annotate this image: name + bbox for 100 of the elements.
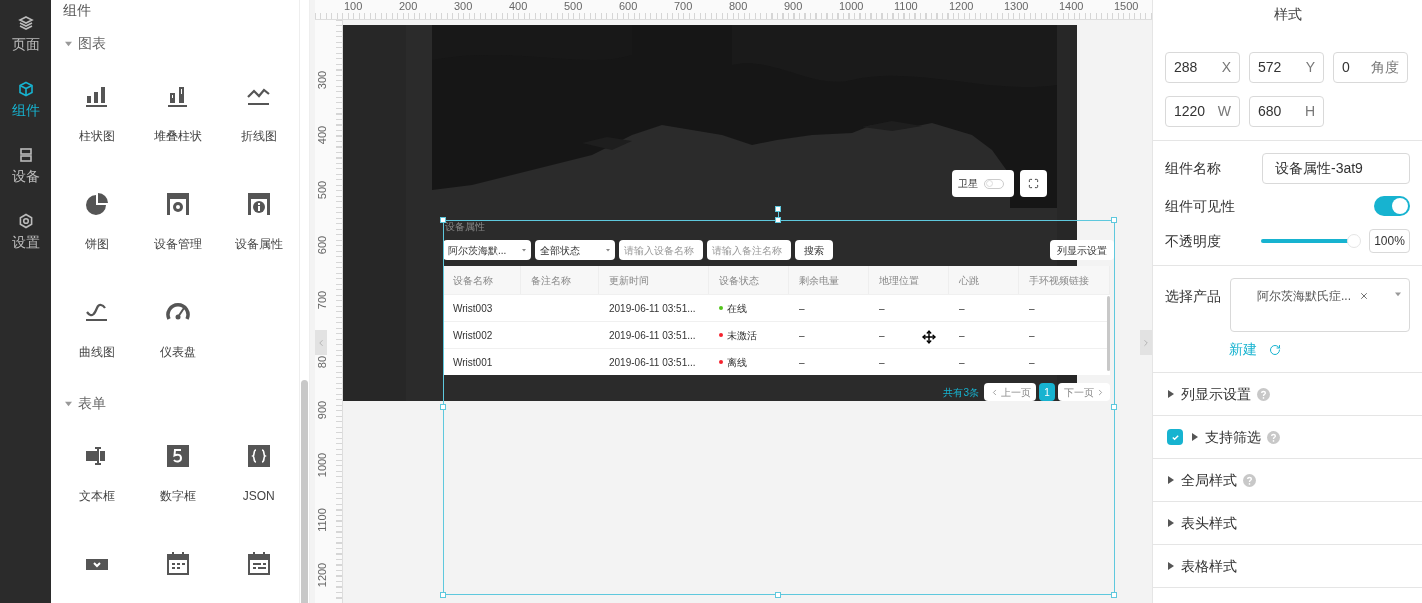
widget-title: 设备属性 xyxy=(445,222,486,232)
ruler-label: 900 xyxy=(316,400,328,420)
component-item[interactable]: 设备属性 xyxy=(218,169,300,277)
component-item[interactable]: 堆叠柱状 xyxy=(137,61,219,169)
table-cell-text: Wrist002 xyxy=(453,328,493,343)
component-item[interactable]: 曲线图 xyxy=(57,277,138,385)
geometry-field[interactable]: 572 Y xyxy=(1249,52,1324,83)
nav-item[interactable]: 页面 xyxy=(0,0,51,66)
ruler-label: 1200 xyxy=(316,562,328,588)
component-item[interactable]: 柱状图 xyxy=(57,61,138,169)
settings-section[interactable]: 全局样式 xyxy=(1153,459,1422,502)
cube-icon xyxy=(17,81,34,97)
resize-handle[interactable] xyxy=(440,217,446,223)
ruler-label: 700 xyxy=(674,1,693,12)
table-cell-text: – xyxy=(799,301,805,316)
move-cursor-icon xyxy=(922,330,936,344)
caret-icon xyxy=(606,248,610,252)
field-label: 组件可见性 xyxy=(1165,196,1235,216)
product-multiselect[interactable]: 阿尔茨海默氏症... xyxy=(1230,278,1410,332)
component-item[interactable]: 仪表盘 xyxy=(137,277,219,385)
fullscreen-icon xyxy=(1028,178,1039,189)
help-icon[interactable] xyxy=(1267,430,1280,444)
search-button[interactable]: 搜索 xyxy=(795,240,833,260)
geometry-field[interactable]: 288 X xyxy=(1165,52,1240,83)
next-page-button[interactable]: 下一页 xyxy=(1058,383,1110,401)
table-cell-text: 2019-06-11 03:51... xyxy=(609,328,696,343)
remove-tag-icon[interactable] xyxy=(1359,291,1369,301)
settings-section[interactable]: 表头样式 xyxy=(1153,502,1422,545)
nav-item[interactable]: 设备 xyxy=(0,132,51,198)
product-select[interactable]: 阿尔茨海默... xyxy=(443,240,531,260)
resize-handle[interactable] xyxy=(440,404,446,410)
component-item[interactable]: 数字框 xyxy=(137,421,219,529)
device-icon xyxy=(17,147,34,163)
help-icon[interactable] xyxy=(1243,473,1256,487)
checkbox[interactable] xyxy=(1167,429,1183,445)
ruler-label: 500 xyxy=(316,180,328,200)
table-cell-text: – xyxy=(879,355,885,370)
settings-section[interactable]: 支持筛选 xyxy=(1153,416,1422,459)
ruler-label: 1100 xyxy=(894,1,918,12)
braces-box-icon xyxy=(245,443,272,469)
ruler-label: 600 xyxy=(619,1,638,12)
resize-handle[interactable] xyxy=(440,592,446,598)
component-item[interactable]: 饼图 xyxy=(57,169,138,277)
table-cell-text: Wrist003 xyxy=(453,301,493,316)
settings-section[interactable]: 列显示设置 xyxy=(1153,373,1422,416)
fullscreen-button[interactable] xyxy=(1020,170,1047,197)
component-item[interactable]: JSON xyxy=(218,421,300,529)
toggle-switch[interactable] xyxy=(984,178,1004,189)
name-search-field[interactable]: 请输入设备名称 xyxy=(619,240,703,260)
table-cell-text: – xyxy=(879,328,885,343)
status-select[interactable]: 全部状态 xyxy=(535,240,615,260)
table-cell-text: – xyxy=(1029,355,1035,370)
caret-icon xyxy=(1167,562,1175,570)
ruler-label: 900 xyxy=(784,1,803,12)
field-label: 选择产品 xyxy=(1165,287,1221,306)
section-header[interactable]: 图表 xyxy=(51,25,300,61)
field-label: 组件名称 xyxy=(1165,159,1221,178)
opacity-field[interactable]: 100% xyxy=(1369,229,1410,253)
collapse-handle[interactable] xyxy=(315,330,327,355)
scrollbar-thumb[interactable] xyxy=(301,380,309,603)
nav-item[interactable]: 设置 xyxy=(0,198,51,264)
geometry-field[interactable]: 0 角度 xyxy=(1333,52,1408,83)
field-label: 不透明度 xyxy=(1165,231,1222,251)
nav-item[interactable]: 组件 xyxy=(0,66,51,132)
geometry-field[interactable]: 680 H xyxy=(1249,96,1324,127)
help-icon[interactable] xyxy=(1257,387,1270,401)
settings-section[interactable]: 表格样式 xyxy=(1153,545,1422,588)
opacity-slider[interactable] xyxy=(1261,233,1361,249)
ruler-label: 1300 xyxy=(1004,1,1029,12)
check-icon xyxy=(1170,432,1180,442)
caret-icon xyxy=(65,399,72,407)
component-item[interactable]: 文本框 xyxy=(57,421,138,529)
column-header: 剩余电量 xyxy=(799,273,839,288)
geometry-field[interactable]: 1220 W xyxy=(1165,96,1240,127)
caret-icon xyxy=(1191,433,1199,441)
visibility-toggle[interactable] xyxy=(1374,196,1410,216)
resize-handle[interactable] xyxy=(1111,592,1117,598)
table-cell-text: Wrist001 xyxy=(453,355,493,370)
section-header[interactable]: 表单 xyxy=(51,385,300,421)
prev-page-button[interactable]: 上一页 xyxy=(984,383,1036,401)
resize-handle[interactable] xyxy=(775,592,781,598)
layers-icon xyxy=(17,15,34,31)
refresh-icon[interactable] xyxy=(1269,343,1281,356)
name-field[interactable]: 设备属性-3at9 xyxy=(1262,153,1410,184)
ruler-label: 1100 xyxy=(316,508,328,532)
resize-handle[interactable] xyxy=(1111,404,1117,410)
layer-toggle[interactable]: 卫星 xyxy=(952,170,1014,197)
inspector-title: 样式 xyxy=(1273,4,1302,24)
component-item[interactable]: 设备管理 xyxy=(137,169,219,277)
remark-search-field[interactable]: 请输入备注名称 xyxy=(707,240,791,260)
column-settings-button[interactable]: 列显示设置 xyxy=(1050,240,1114,260)
resize-handle[interactable] xyxy=(1111,217,1117,223)
component-item[interactable]: 折线图 xyxy=(218,61,300,169)
caret-icon xyxy=(1167,476,1175,484)
column-header: 设备状态 xyxy=(719,273,759,288)
table-cell-text: 2019-06-11 03:51... xyxy=(609,301,696,316)
device-gear-icon xyxy=(165,191,191,217)
collapse-handle[interactable] xyxy=(1140,330,1152,355)
status-label: 在线 xyxy=(727,301,747,316)
ruler-label: 80 xyxy=(316,355,328,369)
